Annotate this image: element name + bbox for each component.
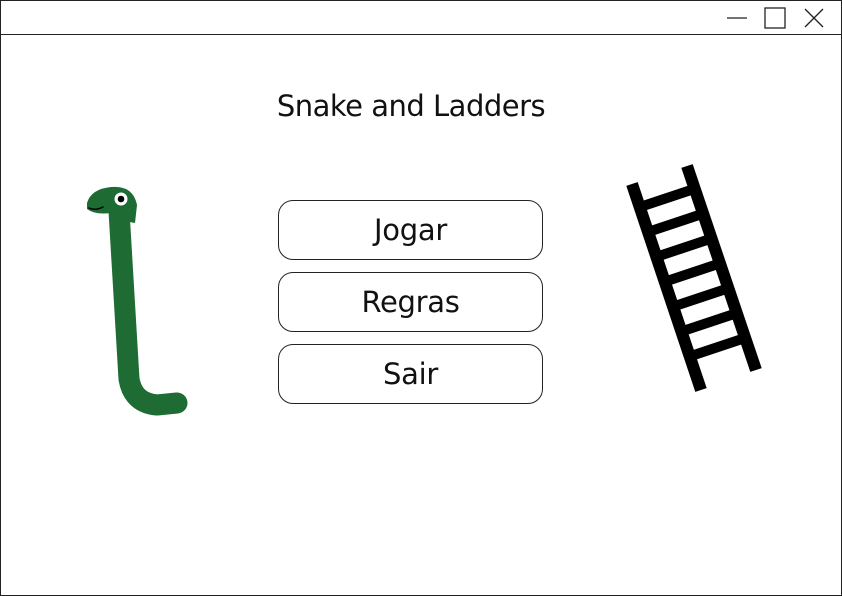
- snake-icon: [81, 181, 201, 425]
- ladder-icon: [621, 161, 771, 405]
- close-icon[interactable]: [802, 6, 826, 30]
- app-window: Snake and Ladders Jogar Regras Sair: [0, 0, 842, 596]
- page-title: Snake and Ladders: [276, 89, 546, 123]
- exit-button[interactable]: Sair: [278, 344, 543, 404]
- title-bar: [1, 1, 841, 35]
- play-button[interactable]: Jogar: [278, 200, 543, 260]
- maximize-icon[interactable]: [763, 6, 787, 30]
- minimize-icon[interactable]: [725, 6, 749, 30]
- rules-button[interactable]: Regras: [278, 272, 543, 332]
